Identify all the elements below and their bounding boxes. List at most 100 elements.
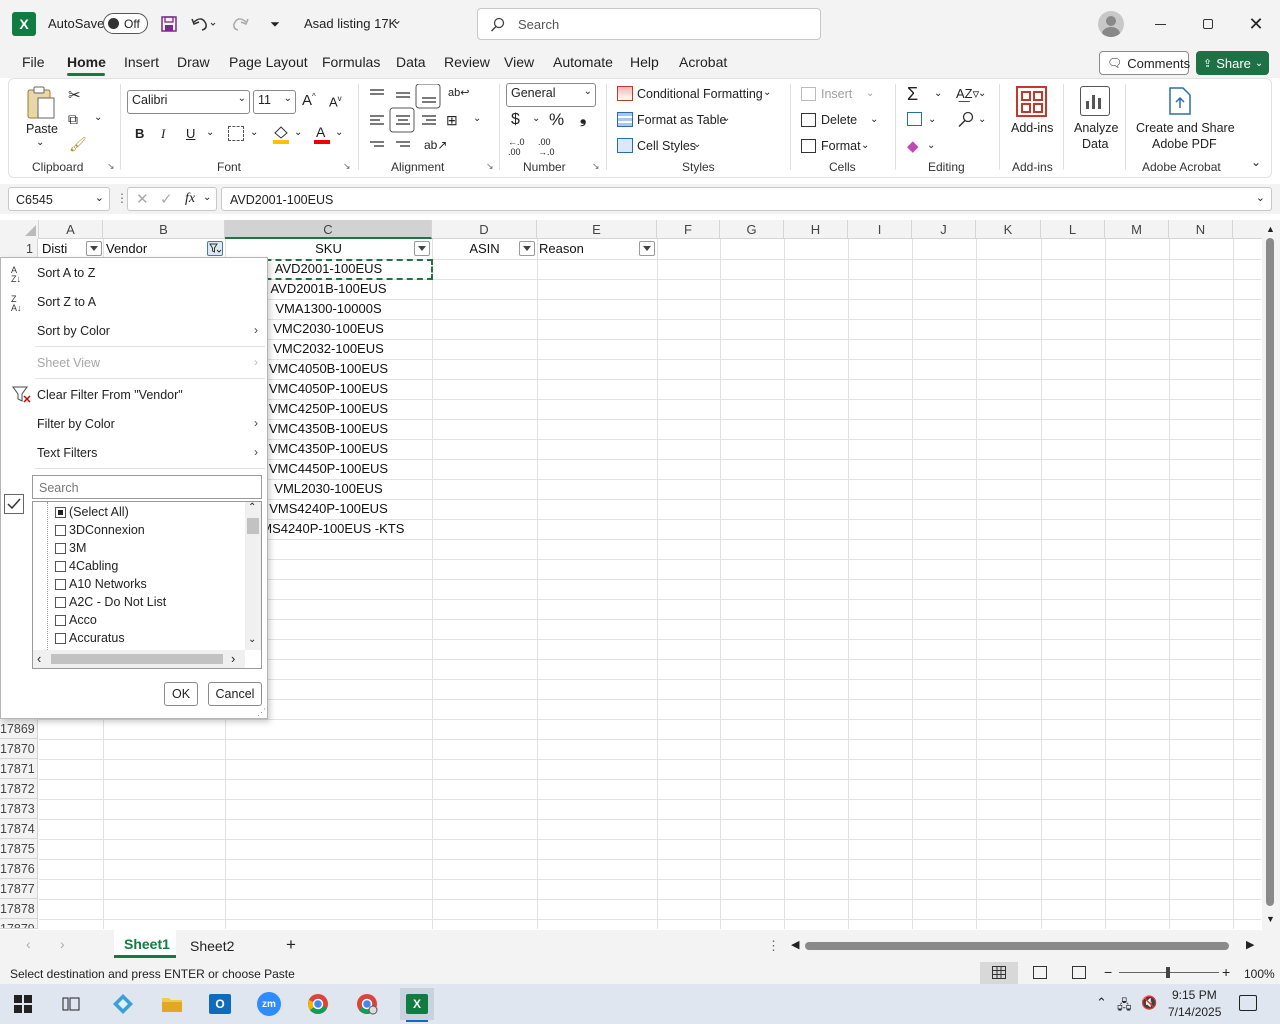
column-header-c[interactable]: C xyxy=(225,220,432,239)
row-header[interactable]: 17878 xyxy=(0,899,38,919)
scroll-right-icon[interactable]: ▶ xyxy=(1246,938,1254,951)
italic-button[interactable]: I xyxy=(161,126,165,142)
tab-draw[interactable]: Draw xyxy=(177,54,210,70)
filter-checkbox-item[interactable]: (Select All) xyxy=(55,503,129,521)
undo-icon[interactable] xyxy=(188,13,218,35)
vertical-scrollbar[interactable]: ⌃ ⌄ xyxy=(245,502,261,650)
chevron-down-icon[interactable]: ⌄ xyxy=(978,88,986,99)
format-as-table-button[interactable]: Format as Table xyxy=(637,113,726,127)
format-painter-icon[interactable]: 🖌 xyxy=(69,136,87,153)
font-color-icon[interactable]: A xyxy=(313,124,331,144)
chevron-down-icon[interactable]: ⌄ xyxy=(392,13,402,27)
chevron-down-icon[interactable]: ⌄ xyxy=(294,127,302,138)
checkbox[interactable] xyxy=(55,560,66,572)
more-icon[interactable]: ⋮ xyxy=(767,938,780,954)
chevron-down-icon[interactable]: ⌄ xyxy=(861,140,869,151)
row-header[interactable]: 17872 xyxy=(0,779,38,799)
share-button[interactable]: ⇪ Share ⌄ xyxy=(1196,51,1269,75)
scroll-up-icon[interactable]: ▲ xyxy=(1266,224,1275,234)
checkbox[interactable] xyxy=(55,542,66,554)
chevron-down-icon[interactable]: ⌄ xyxy=(206,127,214,138)
formula-input[interactable]: AVD2001-100EUS ⌄ xyxy=(221,187,1272,211)
chevron-down-icon[interactable]: ⌄ xyxy=(94,112,102,123)
autosum-icon[interactable]: Σ xyxy=(907,84,918,105)
filter-by-color[interactable]: Filter by Color xyxy=(37,417,115,431)
header-reason[interactable]: Reason xyxy=(539,239,584,259)
tab-review[interactable]: Review xyxy=(444,54,490,70)
increase-font-icon[interactable]: A^ xyxy=(302,92,316,109)
column-header-e[interactable]: E xyxy=(537,220,657,239)
filter-checkbox-item[interactable]: 3M xyxy=(55,539,86,557)
horizontal-scroll-thumb[interactable] xyxy=(805,942,1229,950)
sort-filter-icon[interactable]: A͟Z▿ xyxy=(956,86,979,102)
header-vendor[interactable]: Vendor xyxy=(106,239,147,259)
bold-button[interactable]: B xyxy=(135,126,144,141)
row-header[interactable]: 17877 xyxy=(0,879,38,899)
scroll-up-icon[interactable]: ⌃ xyxy=(248,502,256,513)
chevron-down-icon[interactable]: ⌄ xyxy=(335,127,343,138)
paste-icon[interactable] xyxy=(22,86,62,122)
clock-date[interactable]: 7/14/2025 xyxy=(1168,1005,1221,1019)
scroll-left-icon[interactable]: ◀ xyxy=(791,938,799,951)
add-sheet-icon[interactable]: + xyxy=(286,935,296,955)
partial-checkbox[interactable] xyxy=(55,506,66,518)
dialog-launcher-icon[interactable]: ↘ xyxy=(486,161,494,172)
row-header[interactable]: 17879 xyxy=(0,919,38,929)
filter-dropdown-button[interactable] xyxy=(639,241,655,256)
create-share-line1[interactable]: Create and Share xyxy=(1136,121,1235,135)
column-header-l[interactable]: L xyxy=(1041,220,1105,239)
chevron-down-icon[interactable]: ⌄ xyxy=(693,139,701,150)
prev-sheet-icon[interactable]: ‹ xyxy=(26,936,31,952)
tab-formulas[interactable]: Formulas xyxy=(322,54,380,70)
customize-toolbar-icon[interactable]: ⏷ xyxy=(266,13,284,35)
scroll-down-icon[interactable]: ▼ xyxy=(1266,914,1275,924)
filter-dropdown-button[interactable] xyxy=(519,241,535,256)
row-header[interactable]: 17871 xyxy=(0,759,38,779)
search-box[interactable]: Search xyxy=(477,8,821,40)
tab-acrobat[interactable]: Acrobat xyxy=(679,54,727,70)
checkbox[interactable] xyxy=(55,524,66,536)
row-header[interactable]: 17875 xyxy=(0,839,38,859)
tab-help[interactable]: Help xyxy=(630,54,659,70)
chevron-down-icon[interactable]: ⌄ xyxy=(934,88,942,99)
clear-icon[interactable]: ◆ xyxy=(907,137,919,155)
create-share-line2[interactable]: Adobe PDF xyxy=(1152,137,1217,151)
filter-search-input[interactable]: Search xyxy=(32,475,262,499)
column-header-m[interactable]: M xyxy=(1105,220,1169,239)
chevron-down-icon[interactable]: ⌄ xyxy=(870,114,878,125)
tab-home[interactable]: Home xyxy=(67,54,106,70)
dialog-launcher-icon[interactable]: ↘ xyxy=(343,161,351,172)
copy-icon[interactable]: ⧉ xyxy=(68,111,78,128)
row-header[interactable]: 17869 xyxy=(0,719,38,739)
windows-start-icon[interactable] xyxy=(6,988,40,1020)
row-header[interactable]: 1 xyxy=(0,239,38,259)
app-diamond-icon[interactable] xyxy=(106,988,140,1020)
zoom-level[interactable]: 100% xyxy=(1244,967,1275,981)
cut-icon[interactable]: ✂ xyxy=(68,86,81,104)
wrap-text-icon[interactable]: ab↩ xyxy=(448,86,469,99)
decrease-decimal-icon[interactable]: .00 →.0 xyxy=(538,137,555,157)
filter-applied-button[interactable] xyxy=(207,241,223,256)
dialog-launcher-icon[interactable]: ↘ xyxy=(107,161,115,172)
minimize-icon[interactable] xyxy=(1146,12,1174,36)
next-sheet-icon[interactable]: › xyxy=(60,936,65,952)
insert-function-icon[interactable]: fx xyxy=(185,191,195,207)
file-name[interactable]: Asad listing 17K xyxy=(304,16,397,31)
row-header[interactable]: 17876 xyxy=(0,859,38,879)
autosave-toggle[interactable]: Off xyxy=(103,13,148,34)
network-icon[interactable]: 🖧 xyxy=(1117,996,1132,1018)
task-view-icon[interactable] xyxy=(54,988,88,1020)
create-pdf-icon[interactable] xyxy=(1167,86,1193,116)
format-button[interactable]: Format xyxy=(821,139,861,153)
filter-checkbox-item[interactable]: A10 Networks xyxy=(55,575,147,593)
filter-checkbox-item[interactable]: Accuratus xyxy=(55,629,125,647)
notifications-icon[interactable] xyxy=(1239,995,1257,1011)
sheet-vertical-scrollbar[interactable]: ▲ ▼ xyxy=(1262,220,1280,930)
chevron-down-icon[interactable]: ⌄ xyxy=(250,127,258,138)
ok-button[interactable]: OK xyxy=(164,682,198,706)
resize-grip-icon[interactable]: ⋰ xyxy=(257,707,266,718)
horizontal-scrollbar[interactable]: ‹ › xyxy=(33,650,245,668)
comma-icon[interactable]: ❟ xyxy=(580,110,586,128)
checkbox[interactable] xyxy=(55,578,66,590)
find-select-icon[interactable] xyxy=(957,111,975,129)
